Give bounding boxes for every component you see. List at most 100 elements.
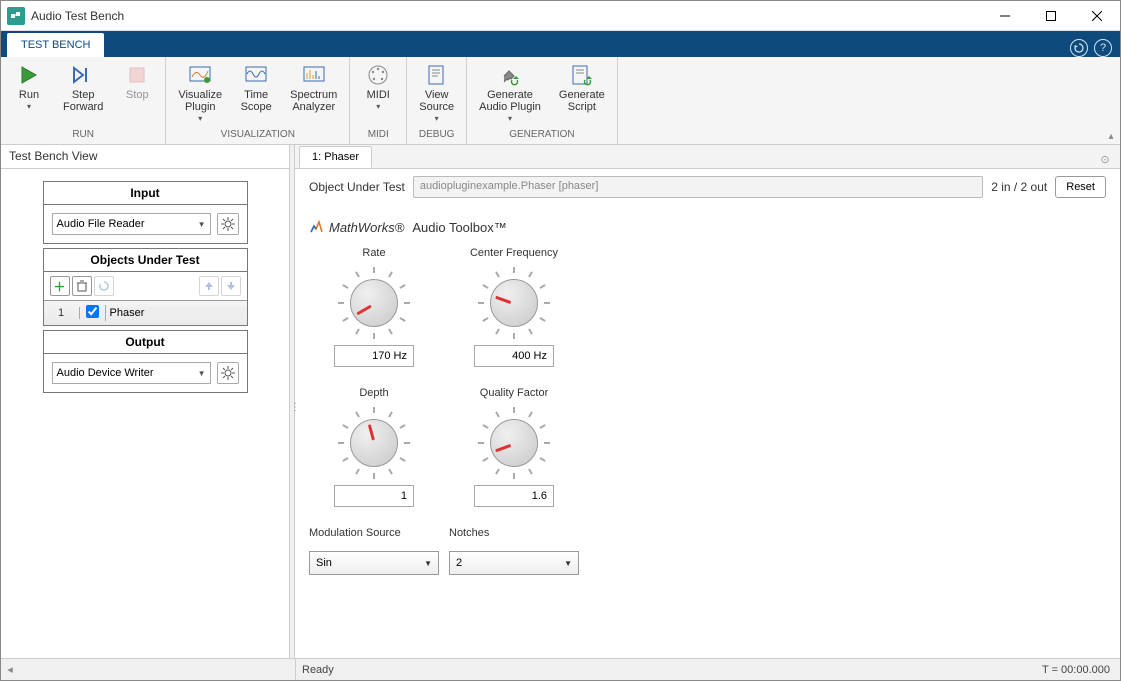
modulation-source-label: Modulation Source [309,527,439,541]
chevron-down-icon: ▼ [424,559,432,568]
out-label: Object Under Test [309,180,405,194]
center-freq-value[interactable] [474,345,554,367]
spectrum-analyzer-button[interactable]: Spectrum Analyzer [284,61,343,128]
notches-select[interactable]: 2 ▼ [449,551,579,575]
input-reader-select[interactable]: Audio File Reader ▼ [52,213,211,235]
status-text: Ready [295,659,1032,680]
minimize-button[interactable] [982,1,1028,31]
quality-factor-knob[interactable] [478,407,550,479]
midi-button[interactable]: MIDI▾ [356,61,400,128]
input-settings-button[interactable] [217,213,239,235]
close-button[interactable] [1074,1,1120,31]
spectrum-icon [302,63,326,87]
input-reader-value: Audio File Reader [57,218,145,230]
right-panel: 1: Phaser ⊙ Object Under Test audioplugi… [295,145,1120,658]
output-writer-value: Audio Device Writer [57,367,154,379]
time-scope-button[interactable]: Time Scope [234,61,278,128]
objects-box: Objects Under Test ＋ 1 Phaser [43,248,248,326]
source-icon [425,63,449,87]
tab-options-icon[interactable]: ⊙ [1096,150,1114,168]
group-debug-label: DEBUG [413,128,460,144]
generate-script-icon [570,63,594,87]
objects-toolbar: ＋ [44,272,247,301]
arrow-up-icon [204,281,214,291]
depth-label: Depth [359,387,388,401]
stop-button: Stop [115,61,159,128]
output-settings-button[interactable] [217,362,239,384]
visualize-plugin-button[interactable]: Visualize Plugin▾ [172,61,228,128]
group-run-label: RUN [7,128,159,144]
object-row-index: 1 [44,307,80,319]
output-writer-select[interactable]: Audio Device Writer ▼ [52,362,211,384]
plugin-tab[interactable]: 1: Phaser [299,146,372,168]
refresh-icon[interactable] [1070,39,1088,57]
tab-testbench[interactable]: TEST BENCH [7,33,104,57]
group-midi-label: MIDI [356,128,400,144]
arrow-down-icon [226,281,236,291]
nav-prev-icon[interactable]: ◂ [1,663,19,676]
chevron-down-icon: ▼ [198,369,206,378]
object-row[interactable]: 1 Phaser [44,301,247,325]
app-icon [7,7,25,25]
refresh-icon [98,280,110,292]
ribbon-tabstrip: TEST BENCH ? [1,31,1120,57]
center-freq-label: Center Frequency [470,247,558,261]
splitter[interactable] [289,145,295,658]
view-source-button[interactable]: View Source▾ [413,61,460,128]
plugin-tabbar: 1: Phaser ⊙ [295,145,1120,169]
generate-script-button[interactable]: Generate Script [553,61,611,128]
modulation-source-control: Modulation Source Sin ▼ [309,527,439,575]
output-head: Output [44,331,247,354]
step-icon [71,63,95,87]
delete-object-button[interactable] [72,276,92,296]
reset-button[interactable]: Reset [1055,176,1106,198]
input-head: Input [44,182,247,205]
move-up-button [199,276,219,296]
center-freq-knob[interactable] [478,267,550,339]
toolstrip-collapse-icon[interactable]: ▴ [1102,128,1120,144]
modulation-source-value: Sin [316,557,332,569]
step-forward-button[interactable]: Step Forward [57,61,109,128]
quality-factor-value[interactable] [474,485,554,507]
mathworks-logo-icon [309,219,325,235]
notches-label: Notches [449,527,579,541]
left-panel: Test Bench View Input Audio File Reader … [1,145,289,658]
statusbar: ◂ Ready T = 00:00.000 [1,658,1120,680]
depth-knob[interactable] [338,407,410,479]
move-down-button [221,276,241,296]
play-icon [17,63,41,87]
depth-control: Depth [309,387,439,521]
generate-plugin-icon [498,63,522,87]
branding: MathWorks® Audio Toolbox™ [309,219,1106,235]
stop-icon [125,63,149,87]
rate-control: Rate [309,247,439,381]
object-row-name: Phaser [106,307,247,319]
gear-icon [221,366,235,380]
generate-audio-plugin-button[interactable]: Generate Audio Plugin▾ [473,61,547,128]
help-icon[interactable]: ? [1094,39,1112,57]
visualize-icon [188,63,212,87]
rate-label: Rate [362,247,385,261]
add-object-button[interactable]: ＋ [50,276,70,296]
objects-head: Objects Under Test [44,249,247,272]
titlebar: Audio Test Bench [1,1,1120,31]
rate-knob[interactable] [338,267,410,339]
rate-value[interactable] [334,345,414,367]
notches-value: 2 [456,557,462,569]
quality-factor-control: Quality Factor [449,387,579,521]
depth-value[interactable] [334,485,414,507]
maximize-button[interactable] [1028,1,1074,31]
toolstrip: Run ▾ Step Forward Stop RUN Visualize Pl… [1,57,1120,145]
output-box: Output Audio Device Writer ▼ [43,330,248,393]
scope-icon [244,63,268,87]
left-panel-title: Test Bench View [1,145,289,169]
run-button[interactable]: Run ▾ [7,61,51,128]
quality-factor-label: Quality Factor [480,387,548,401]
center-freq-control: Center Frequency [449,247,579,381]
modulation-source-select[interactable]: Sin ▼ [309,551,439,575]
toolbox-label: Audio Toolbox™ [412,220,506,235]
object-row-checkbox[interactable] [80,305,106,321]
group-gen-label: GENERATION [473,128,611,144]
input-box: Input Audio File Reader ▼ [43,181,248,244]
gear-icon [221,217,235,231]
